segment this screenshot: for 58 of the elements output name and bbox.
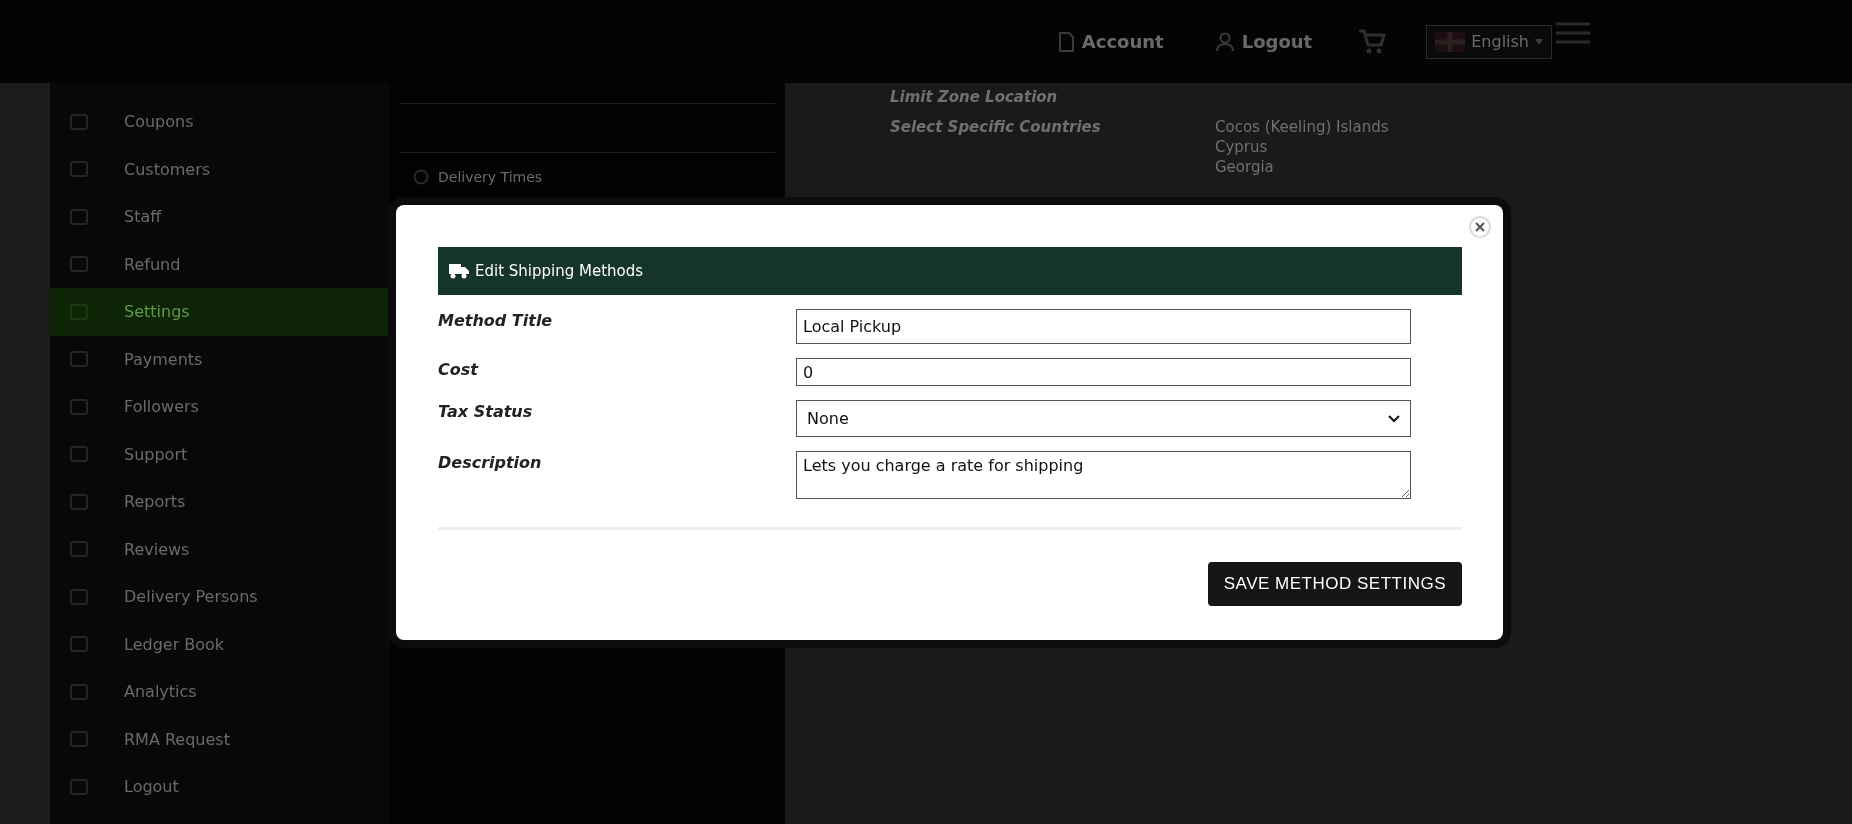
sidebar-item[interactable]: Reports xyxy=(50,478,390,526)
nav-link[interactable]: Logout xyxy=(1209,30,1319,53)
country-option[interactable]: Cocos (Keeling) Islands xyxy=(1215,118,1389,136)
square-icon xyxy=(70,778,88,795)
field-label: Limit Zone Location xyxy=(890,88,1059,106)
language-selector[interactable]: English xyxy=(1426,24,1552,59)
menu-link[interactable]: Delivery Times xyxy=(438,169,543,185)
sidebar-item[interactable]: Delivery Persons xyxy=(50,573,390,621)
sidebar-item[interactable]: Customers xyxy=(50,145,390,193)
square-icon xyxy=(70,398,88,415)
clock-icon xyxy=(412,169,430,185)
square-icon xyxy=(70,113,88,130)
close-icon[interactable] xyxy=(1469,216,1491,238)
sidebar-item[interactable]: Settings xyxy=(50,288,390,336)
document-icon xyxy=(1057,31,1074,52)
country-option[interactable]: Georgia xyxy=(1215,158,1389,176)
menu-icon[interactable] xyxy=(1556,22,1590,44)
field-label: Method Title xyxy=(438,310,554,332)
sidebar-item[interactable]: RMA Request xyxy=(50,715,390,763)
sidebar-item[interactable]: Payments xyxy=(50,335,390,383)
square-icon xyxy=(70,446,88,463)
square-icon xyxy=(70,351,88,368)
sidebar-item[interactable]: Staff xyxy=(50,193,390,241)
chevron-icon xyxy=(1388,414,1400,423)
caret-icon xyxy=(1535,38,1543,45)
flag-icon xyxy=(1435,31,1466,52)
square-icon xyxy=(70,636,88,653)
square-icon xyxy=(70,208,88,225)
square-icon xyxy=(70,731,88,748)
sidebar-item[interactable]: Reviews xyxy=(50,525,390,573)
save-button[interactable]: SAVE METHOD SETTINGS xyxy=(1207,562,1462,606)
square-icon xyxy=(70,683,88,700)
square-icon xyxy=(70,493,88,510)
textarea-field[interactable]: Lets you charge a rate for shipping xyxy=(796,451,1411,499)
field-label: Cost xyxy=(438,359,480,381)
sidebar-item[interactable]: Analytics xyxy=(50,668,390,716)
square-icon xyxy=(70,541,88,558)
country-option[interactable]: Cyprus xyxy=(1215,138,1389,156)
input-field[interactable]: Local Pickup xyxy=(796,309,1411,344)
truck-icon xyxy=(449,263,469,279)
nav-link[interactable]: Account xyxy=(1051,30,1170,53)
modal-title: Edit Shipping Methods xyxy=(475,262,644,280)
sidebar-item[interactable]: Ledger Book xyxy=(50,620,390,668)
field-label: Select Specific Countries xyxy=(890,118,1102,138)
sidebar-item[interactable]: Support xyxy=(50,430,390,478)
sidebar-item[interactable]: Refund xyxy=(50,240,390,288)
field-label: Description xyxy=(438,452,543,474)
square-icon xyxy=(70,588,88,605)
sidebar-item[interactable]: Followers xyxy=(50,383,390,431)
select-field[interactable]: None xyxy=(796,400,1411,437)
cart-icon[interactable] xyxy=(1358,28,1387,55)
sidebar-item[interactable]: Logout xyxy=(50,763,390,811)
field-label: Tax Status xyxy=(438,401,534,423)
square-icon xyxy=(70,256,88,273)
user-icon xyxy=(1215,31,1234,52)
square-icon xyxy=(70,161,88,178)
sidebar-item[interactable]: Coupons xyxy=(50,98,390,146)
input-field[interactable]: 0 xyxy=(796,358,1411,386)
